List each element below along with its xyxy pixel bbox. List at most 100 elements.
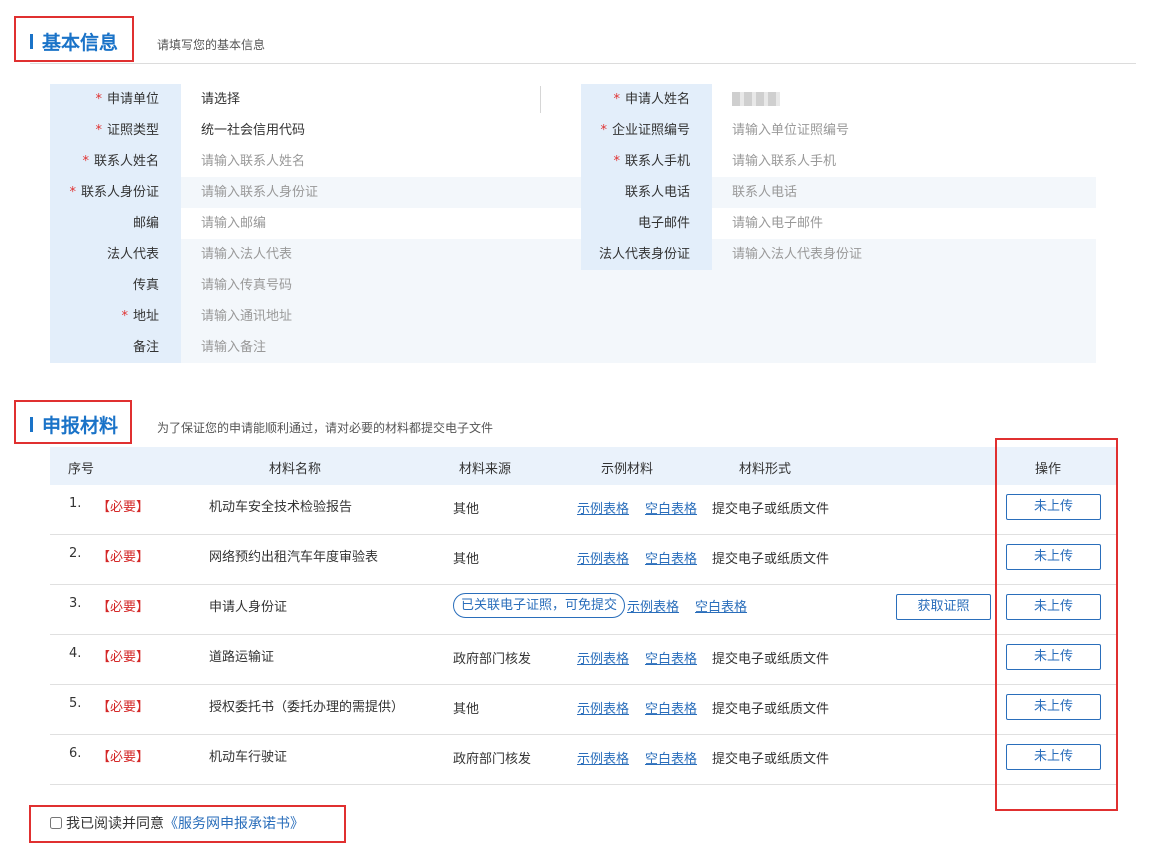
field-input[interactable]: 请输入邮编 <box>181 208 581 239</box>
field-input[interactable]: 请输入联系人姓名 <box>181 146 581 177</box>
field-label: * 联系人手机 <box>581 146 712 177</box>
material-name: 申请人身份证 <box>209 600 288 615</box>
field-input[interactable]: 联系人电话 <box>712 177 1096 208</box>
field-label: 备注 <box>50 332 181 363</box>
action-column-highlight <box>995 438 1118 811</box>
form-row: 备注 请输入备注 <box>50 332 1096 363</box>
get-license-button[interactable]: 获取证照 <box>896 594 991 620</box>
materials-table: 序号 材料名称 材料来源 示例材料 材料形式 操作 1. 【必要】 机动车安全技术检… <box>50 447 1118 785</box>
table-row: 6. 【必要】 机动车行驶证 政府部门核发 示例表格 空白表格 提交电子或纸质文件 未上传 <box>50 735 1118 785</box>
field-input[interactable]: 请输入传真号码 <box>181 270 581 301</box>
required-mark: * <box>69 185 76 200</box>
row-number: 6. <box>69 746 82 761</box>
redacted-value <box>732 92 780 106</box>
form-row: * 申请单位 请选择 * 申请人姓名 <box>50 84 1096 115</box>
field-label: * 联系人姓名 <box>50 146 181 177</box>
example-form-link[interactable]: 示例表格 <box>577 548 629 567</box>
required-mark: * <box>121 309 128 324</box>
field-label: * 申请单位 <box>50 84 181 115</box>
field-label: * 证照类型 <box>50 115 181 146</box>
field-input[interactable]: 请输入法人代表 <box>181 239 581 270</box>
agreement-highlight <box>29 805 346 843</box>
material-name: 机动车行驶证 <box>209 750 288 765</box>
required-mark: * <box>95 92 102 107</box>
col-no: 序号 <box>68 462 95 477</box>
field-input[interactable]: 请输入法人代表身份证 <box>712 239 1096 270</box>
basic-title-highlight <box>14 16 134 62</box>
field-input[interactable]: 请输入单位证照编号 <box>712 115 1096 146</box>
required-mark: * <box>613 92 620 107</box>
example-form-link[interactable]: 示例表格 <box>627 596 679 615</box>
field-input[interactable]: 请输入联系人手机 <box>712 146 1096 177</box>
materials-title-highlight <box>14 400 132 444</box>
form-row: 邮编 请输入邮编 电子邮件 请输入电子邮件 <box>50 208 1096 239</box>
materials-table-header: 序号 材料名称 材料来源 示例材料 材料形式 操作 <box>50 447 1118 485</box>
field-input[interactable]: 请输入通讯地址 <box>181 301 581 332</box>
material-form: 提交电子或纸质文件 <box>712 652 830 667</box>
example-form-link[interactable]: 示例表格 <box>577 498 629 517</box>
field-label: 法人代表身份证 <box>581 239 712 270</box>
field-label: 传真 <box>50 270 181 301</box>
blank-form-link[interactable]: 空白表格 <box>645 548 697 567</box>
example-form-link[interactable]: 示例表格 <box>577 698 629 717</box>
required-mark: * <box>95 123 102 138</box>
applicant-name-input[interactable] <box>712 84 1096 115</box>
required-mark: * <box>600 123 607 138</box>
required-tag: 【必要】 <box>97 750 150 765</box>
field-input[interactable]: 请输入备注 <box>181 332 581 363</box>
blank-form-link[interactable]: 空白表格 <box>645 498 697 517</box>
field-label: 电子邮件 <box>581 208 712 239</box>
table-row: 3. 【必要】 申请人身份证 已关联电子证照，可免提交 示例表格 空白表格 获取证照 未上传 <box>50 585 1118 635</box>
field-label: 法人代表 <box>50 239 181 270</box>
table-row: 2. 【必要】 网络预约出租汽车年度审验表 其他 示例表格 空白表格 提交电子或纸质文件 未上… <box>50 535 1118 585</box>
material-source: 其他 <box>453 502 480 517</box>
table-row: 1. 【必要】 机动车安全技术检验报告 其他 示例表格 空白表格 提交电子或纸质文件 未上传 <box>50 485 1118 535</box>
field-input[interactable]: 统一社会信用代码 <box>181 115 581 146</box>
example-form-link[interactable]: 示例表格 <box>577 648 629 667</box>
material-form: 提交电子或纸质文件 <box>712 502 830 517</box>
material-name: 授权委托书（委托办理的需提供） <box>209 700 405 715</box>
col-source: 材料来源 <box>459 462 512 477</box>
select-divider <box>540 86 541 113</box>
material-form: 提交电子或纸质文件 <box>712 752 830 767</box>
row-number: 5. <box>69 696 82 711</box>
row-number: 2. <box>69 546 82 561</box>
required-mark: * <box>613 154 620 169</box>
basic-info-divider <box>30 63 1136 64</box>
form-row: 法人代表 请输入法人代表 法人代表身份证 请输入法人代表身份证 <box>50 239 1096 270</box>
col-form: 材料形式 <box>739 462 792 477</box>
blank-form-link[interactable]: 空白表格 <box>645 748 697 767</box>
field-label: * 地址 <box>50 301 181 332</box>
blank-form-link[interactable]: 空白表格 <box>645 648 697 667</box>
blank-form-link[interactable]: 空白表格 <box>645 698 697 717</box>
material-name: 道路运输证 <box>209 650 275 665</box>
field-input[interactable]: 请输入电子邮件 <box>712 208 1096 239</box>
table-row: 4. 【必要】 道路运输证 政府部门核发 示例表格 空白表格 提交电子或纸质文件 未上传 <box>50 635 1118 685</box>
required-tag: 【必要】 <box>97 700 150 715</box>
col-name: 材料名称 <box>269 462 322 477</box>
material-source: 政府部门核发 <box>453 752 532 767</box>
material-name: 机动车安全技术检验报告 <box>209 500 353 515</box>
field-label: 联系人电话 <box>581 177 712 208</box>
form-row: * 地址 请输入通讯地址 <box>50 301 1096 332</box>
materials-table-body: 1. 【必要】 机动车安全技术检验报告 其他 示例表格 空白表格 提交电子或纸质文件 未上传 2… <box>50 485 1118 785</box>
blank-form-link[interactable]: 空白表格 <box>695 596 747 615</box>
form-row: 传真 请输入传真号码 <box>50 270 1096 301</box>
form-row: * 证照类型 统一社会信用代码 * 企业证照编号 请输入单位证照编号 <box>50 115 1096 146</box>
field-input[interactable]: 请选择 <box>181 84 581 115</box>
field-input[interactable]: 请输入联系人身份证 <box>181 177 581 208</box>
required-tag: 【必要】 <box>97 600 150 615</box>
required-mark: * <box>82 154 89 169</box>
form-row: * 联系人姓名 请输入联系人姓名 * 联系人手机 请输入联系人手机 <box>50 146 1096 177</box>
example-form-link[interactable]: 示例表格 <box>577 748 629 767</box>
material-form: 提交电子或纸质文件 <box>712 702 830 717</box>
linked-license-tag: 已关联电子证照，可免提交 <box>453 593 626 618</box>
basic-info-subtitle: 请填写您的基本信息 <box>157 38 266 52</box>
material-name: 网络预约出租汽车年度审验表 <box>209 550 379 565</box>
material-source: 其他 <box>453 552 480 567</box>
required-tag: 【必要】 <box>97 650 150 665</box>
field-label: * 联系人身份证 <box>50 177 181 208</box>
field-label: * 企业证照编号 <box>581 115 712 146</box>
material-source: 其他 <box>453 702 480 717</box>
row-number: 4. <box>69 646 82 661</box>
